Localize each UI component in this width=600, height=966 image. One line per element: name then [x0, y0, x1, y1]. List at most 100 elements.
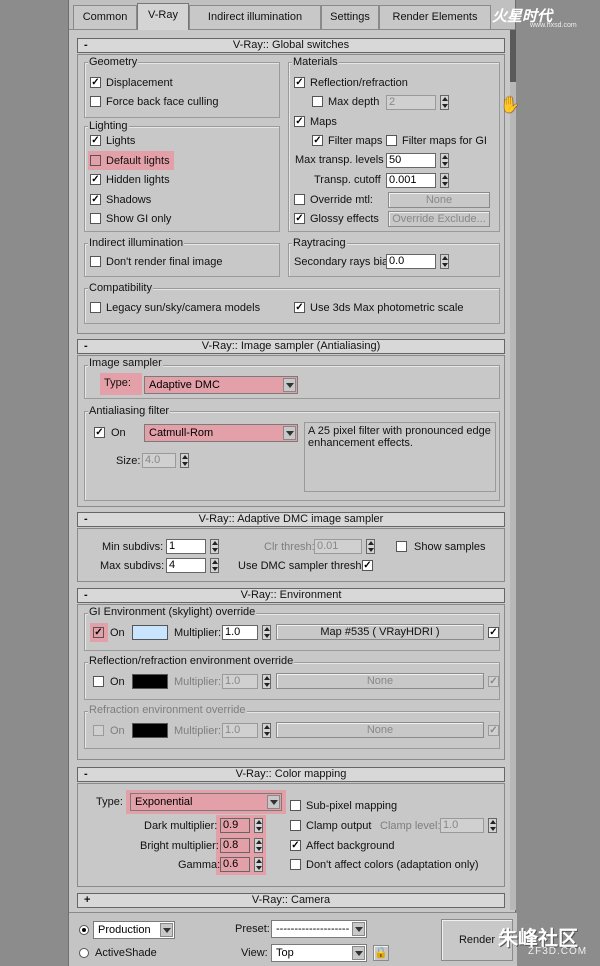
rollout-adaptive-dmc[interactable]: - V-Ray:: Adaptive DMC image sampler [77, 512, 505, 527]
aa-size-field[interactable]: 4.0 [142, 453, 176, 468]
subpixel-mapping-checkbox[interactable] [290, 800, 301, 811]
chevron-down-icon[interactable] [283, 426, 296, 440]
force-back-face-checkbox[interactable] [90, 96, 101, 107]
refr-env-multiplier-field[interactable]: 1.0 [222, 723, 258, 738]
refl-env-color-swatch[interactable] [132, 674, 168, 689]
max-depth-spinner[interactable] [440, 95, 449, 110]
refl-env-multiplier-field[interactable]: 1.0 [222, 674, 258, 689]
dark-multiplier-field[interactable]: 0.9 [220, 818, 250, 833]
gi-env-color-swatch[interactable] [132, 625, 168, 640]
dont-render-final-checkbox[interactable] [90, 256, 101, 267]
max-depth-field[interactable]: 2 [386, 95, 436, 110]
photometric-scale-label: Use 3ds Max photometric scale [310, 302, 464, 314]
transp-cutoff-field[interactable]: 0.001 [386, 173, 436, 188]
transp-cutoff-spinner[interactable] [440, 173, 449, 188]
scrollbar-track[interactable] [510, 30, 516, 910]
aa-filter-on-checkbox[interactable]: ✓ [94, 427, 105, 438]
min-subdivs-field[interactable]: 1 [166, 539, 206, 554]
production-dropdown[interactable]: Production [93, 921, 175, 939]
refl-env-multiplier-spinner[interactable] [262, 674, 271, 689]
shadows-checkbox[interactable]: ✓ [90, 194, 101, 205]
filter-maps-checkbox[interactable]: ✓ [312, 135, 323, 146]
cmap-type-dropdown[interactable]: Exponential [130, 793, 282, 811]
aa-size-spinner[interactable] [180, 453, 189, 468]
tab-vray[interactable]: V-Ray [137, 3, 189, 30]
rollout-environment[interactable]: - V-Ray:: Environment [77, 588, 505, 603]
refr-env-multiplier-spinner[interactable] [262, 723, 271, 738]
max-subdivs-spinner[interactable] [210, 558, 219, 573]
bright-multiplier-spinner[interactable] [254, 838, 263, 853]
min-subdivs-spinner[interactable] [210, 539, 219, 554]
reflection-refraction-checkbox[interactable]: ✓ [294, 77, 305, 88]
override-mtl-checkbox[interactable] [294, 194, 305, 205]
secondary-rays-bias-spinner[interactable] [440, 254, 449, 269]
refr-env-map-checkbox[interactable]: ✓ [488, 725, 499, 736]
gi-env-map-button[interactable]: Map #535 ( VRayHDRI ) [276, 624, 484, 640]
tab-settings[interactable]: Settings [321, 5, 379, 29]
max-depth-checkbox[interactable] [312, 96, 323, 107]
default-lights-checkbox[interactable] [90, 155, 101, 166]
clamp-level-spinner[interactable] [488, 818, 497, 833]
aa-filter-dropdown[interactable]: Catmull-Rom [144, 424, 298, 442]
bright-multiplier-field[interactable]: 0.8 [220, 838, 250, 853]
production-radio[interactable] [79, 925, 89, 935]
tab-indirect-illumination[interactable]: Indirect illumination [189, 5, 321, 29]
view-dropdown[interactable]: Top [271, 944, 367, 962]
tab-render-elements[interactable]: Render Elements [379, 5, 491, 29]
gi-env-on-checkbox[interactable]: ✓ [93, 627, 104, 638]
refl-env-map-button[interactable]: None [276, 673, 484, 689]
rollout-color-mapping[interactable]: - V-Ray:: Color mapping [77, 767, 505, 782]
sampler-type-dropdown[interactable]: Adaptive DMC [144, 376, 298, 394]
preset-dropdown[interactable]: -------------------- [271, 920, 367, 938]
clamp-level-field[interactable]: 1.0 [440, 818, 484, 833]
tab-common[interactable]: Common [73, 5, 137, 29]
max-subdivs-field[interactable]: 4 [166, 558, 206, 573]
refl-env-map-checkbox[interactable]: ✓ [488, 676, 499, 687]
gi-env-map-checkbox[interactable]: ✓ [488, 627, 499, 638]
override-mtl-button[interactable]: None [388, 192, 490, 208]
gamma-field[interactable]: 0.6 [220, 857, 250, 872]
gi-env-multiplier-spinner[interactable] [262, 625, 271, 640]
refl-env-on-checkbox[interactable] [93, 676, 104, 687]
chevron-down-icon[interactable] [352, 946, 365, 960]
lights-checkbox[interactable]: ✓ [90, 135, 101, 146]
show-gi-only-checkbox[interactable] [90, 213, 101, 224]
refr-env-map-button[interactable]: None [276, 722, 484, 738]
chevron-down-icon[interactable] [283, 378, 296, 392]
gamma-spinner[interactable] [254, 857, 263, 872]
glossy-effects-checkbox[interactable]: ✓ [294, 213, 305, 224]
filter-maps-gi-checkbox[interactable] [386, 135, 397, 146]
chevron-down-icon[interactable] [352, 922, 365, 936]
clr-thresh-spinner[interactable] [366, 539, 375, 554]
rollout-global-switches[interactable]: - V-Ray:: Global switches [77, 38, 505, 53]
clamp-output-checkbox[interactable] [290, 820, 301, 831]
scrollbar-thumb[interactable] [510, 30, 516, 82]
rollout-title: V-Ray:: Color mapping [235, 768, 347, 780]
dont-affect-colors-checkbox[interactable] [290, 859, 301, 870]
lights-label: Lights [106, 135, 136, 147]
gi-env-multiplier-field[interactable]: 1.0 [222, 625, 258, 640]
dark-multiplier-spinner[interactable] [254, 818, 263, 833]
clr-thresh-field[interactable]: 0.01 [314, 539, 362, 554]
maps-checkbox[interactable]: ✓ [294, 116, 305, 127]
activeshade-radio[interactable] [79, 948, 89, 958]
photometric-scale-checkbox[interactable]: ✓ [294, 302, 305, 313]
rollout-camera[interactable]: + V-Ray:: Camera [77, 893, 505, 908]
use-dmc-thresh-checkbox[interactable]: ✓ [362, 560, 373, 571]
affect-background-checkbox[interactable]: ✓ [290, 840, 301, 851]
rollout-image-sampler[interactable]: - V-Ray:: Image sampler (Antialiasing) [77, 339, 505, 354]
chevron-down-icon[interactable] [160, 923, 173, 937]
chevron-down-icon[interactable] [267, 795, 280, 809]
secondary-rays-bias-field[interactable]: 0.0 [386, 254, 436, 269]
refr-env-on-checkbox[interactable] [93, 725, 104, 736]
legacy-sun-sky-checkbox[interactable] [90, 302, 101, 313]
show-samples-checkbox[interactable] [396, 541, 407, 552]
max-transp-spinner[interactable] [440, 153, 449, 168]
rollout-title: V-Ray:: Camera [251, 894, 331, 906]
max-transp-field[interactable]: 50 [386, 153, 436, 168]
displacement-checkbox[interactable]: ✓ [90, 77, 101, 88]
hidden-lights-checkbox[interactable]: ✓ [90, 174, 101, 185]
override-exclude-button[interactable]: Override Exclude... [388, 211, 490, 227]
refr-env-color-swatch[interactable] [132, 723, 168, 738]
lock-icon[interactable]: 🔒 [373, 945, 389, 961]
